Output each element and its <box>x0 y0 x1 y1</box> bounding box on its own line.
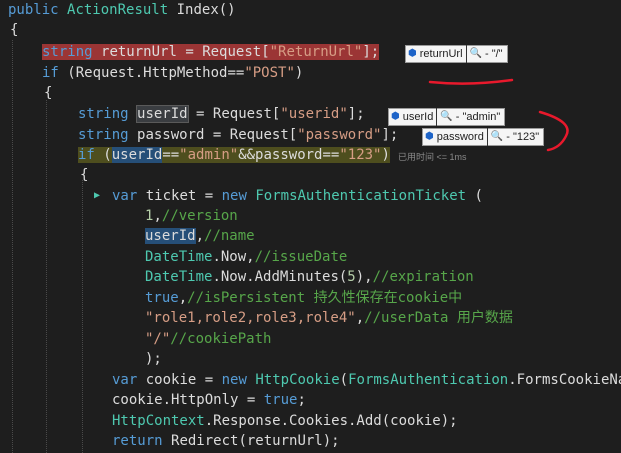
code-editor: { "code": { "l0": ["public", "ActionResu… <box>0 0 621 453</box>
magnifier-icon[interactable]: 🔍 <box>440 108 452 126</box>
code-line[interactable]: 1,//version <box>145 206 238 226</box>
indent-guide <box>82 180 83 453</box>
code-line-current-statement[interactable]: if (userId=="admin"&&password=="123") <box>78 145 390 165</box>
code-line[interactable]: DateTime.Now.AddMinutes(5),//expiration <box>145 267 474 287</box>
code-line[interactable]: true,//isPersistent 持久性保存在cookie中 <box>145 288 462 308</box>
code-line[interactable]: cookie.HttpOnly = true; <box>112 390 306 410</box>
code-line[interactable]: ); <box>145 349 162 369</box>
variable-icon: ⬢ <box>425 131 434 142</box>
code-line[interactable]: return Redirect(returnUrl); <box>112 431 340 451</box>
datatip-userId[interactable]: ⬢ userId 🔍 - "admin" <box>388 108 506 126</box>
code-line[interactable]: var cookie = new HttpCookie(FormsAuthent… <box>112 370 621 390</box>
datatip-returnUrl[interactable]: ⬢ returnUrl 🔍 - "/" <box>405 45 508 63</box>
code-line[interactable]: DateTime.Now,//issueDate <box>145 247 347 267</box>
code-line[interactable]: "/"//cookiePath <box>145 329 271 349</box>
code-line[interactable]: "role1,role2,role3,role4",//userData 用户数… <box>145 308 513 328</box>
indent-guide <box>12 40 13 453</box>
code-line[interactable]: string userId = Request["userid"]; <box>78 104 365 124</box>
code-line[interactable]: string password = Request["password"]; <box>78 125 398 145</box>
current-statement-highlight: if (userId=="admin"&&password=="123") <box>78 147 390 163</box>
indent-guide <box>46 100 47 453</box>
peek-arrow-icon[interactable]: ▶ <box>94 190 100 201</box>
datatip-password[interactable]: ⬢ password 🔍 - "123" <box>422 128 545 146</box>
code-line[interactable]: var ticket = new FormsAuthenticationTick… <box>112 186 483 206</box>
code-line[interactable]: { <box>80 165 88 185</box>
code-line[interactable]: HttpContext.Response.Cookies.Add(cookie)… <box>112 411 458 431</box>
userId-highlight: userId <box>145 228 196 244</box>
code-line-breakpoint[interactable]: string returnUrl = Request["ReturnUrl"]; <box>42 42 380 62</box>
magnifier-icon[interactable]: 🔍 <box>491 128 503 146</box>
code-line[interactable]: { <box>10 20 18 40</box>
userId-token[interactable]: userId <box>136 105 189 123</box>
variable-icon: ⬢ <box>391 111 400 122</box>
code-line[interactable]: userId,//name <box>145 226 255 246</box>
code-line[interactable]: public ActionResult Index() <box>8 0 236 20</box>
elapsed-time-perftip[interactable]: 已用时间 <= 1ms <box>398 150 467 163</box>
magnifier-icon[interactable]: 🔍 <box>470 45 482 63</box>
breakpoint-highlight: string returnUrl = Request["ReturnUrl"]; <box>42 44 380 60</box>
code-line[interactable]: { <box>44 83 52 103</box>
code-line[interactable]: if (Request.HttpMethod=="POST") <box>42 63 303 83</box>
variable-icon: ⬢ <box>408 48 417 59</box>
